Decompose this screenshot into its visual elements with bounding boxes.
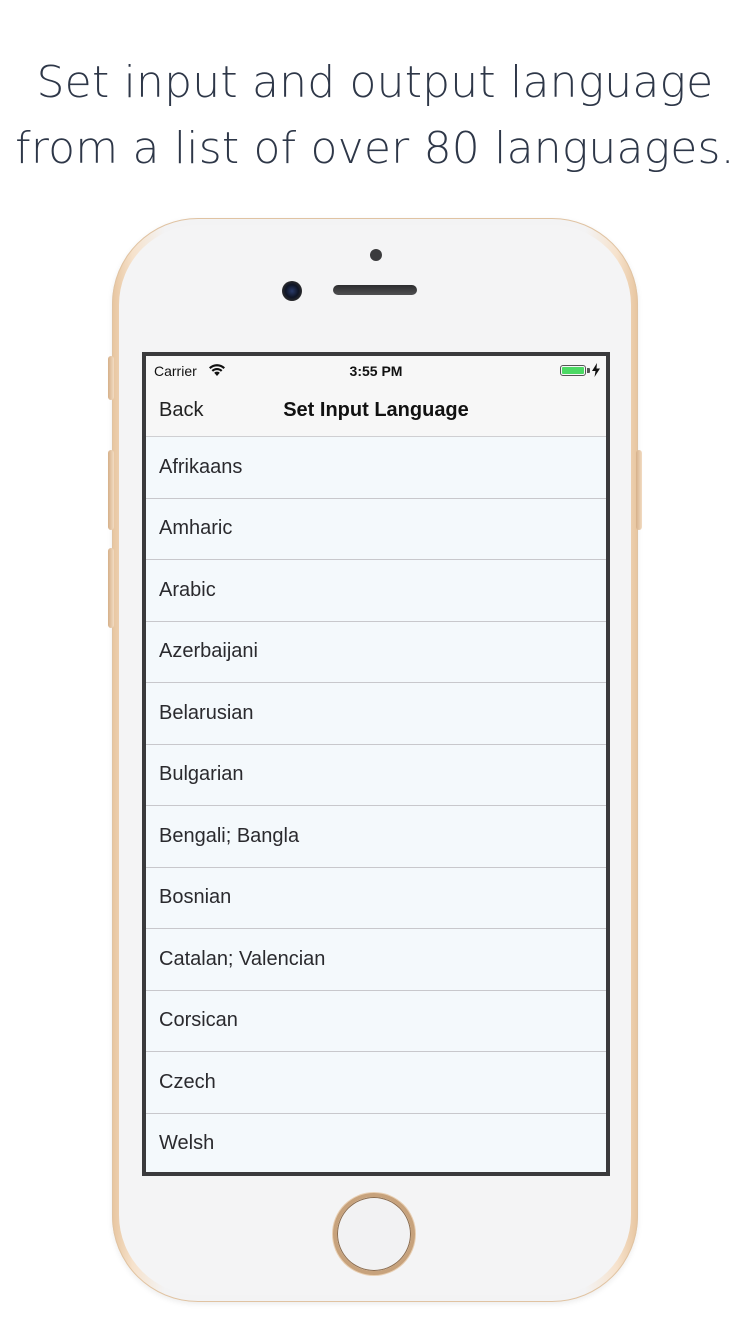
- headline-line-2: from a list of over 80 languages.: [15, 123, 735, 174]
- language-item[interactable]: Bosnian: [146, 867, 606, 929]
- home-button: [333, 1193, 415, 1275]
- language-item[interactable]: Catalan; Valencian: [146, 929, 606, 991]
- language-item[interactable]: Corsican: [146, 990, 606, 1052]
- phone-screen: Carrier 3:55 PM Back Set Input Language …: [142, 352, 610, 1176]
- volume-up-button: [108, 450, 114, 530]
- language-item[interactable]: Czech: [146, 1052, 606, 1114]
- mute-switch: [108, 356, 114, 400]
- language-item[interactable]: Azerbaijani: [146, 621, 606, 683]
- language-item[interactable]: Belarusian: [146, 683, 606, 745]
- charging-bolt-icon: [592, 363, 600, 377]
- status-bar: Carrier 3:55 PM: [146, 356, 606, 386]
- language-item[interactable]: Bulgarian: [146, 744, 606, 806]
- language-item[interactable]: Afrikaans: [146, 437, 606, 499]
- language-item[interactable]: Amharic: [146, 498, 606, 560]
- page-title: Set Input Language: [283, 399, 469, 421]
- battery-cap: [587, 368, 590, 373]
- earpiece-speaker: [333, 285, 417, 295]
- headline-line-1: Set input and output language: [36, 57, 714, 108]
- volume-down-button: [108, 548, 114, 628]
- language-list: Afrikaans Amharic Arabic Azerbaijani Bel…: [146, 437, 606, 1172]
- language-item[interactable]: Arabic: [146, 560, 606, 622]
- marketing-headline: Set input and output language from a lis…: [0, 50, 750, 182]
- front-camera-icon: [282, 281, 302, 301]
- proximity-sensor: [370, 249, 382, 261]
- navigation-bar: Back Set Input Language: [146, 386, 606, 437]
- battery-level: [562, 367, 584, 374]
- power-button: [636, 450, 642, 530]
- status-time: 3:55 PM: [349, 363, 403, 379]
- battery-icon: [560, 365, 586, 376]
- language-item[interactable]: Welsh: [146, 1113, 606, 1172]
- language-item[interactable]: Bengali; Bangla: [146, 806, 606, 868]
